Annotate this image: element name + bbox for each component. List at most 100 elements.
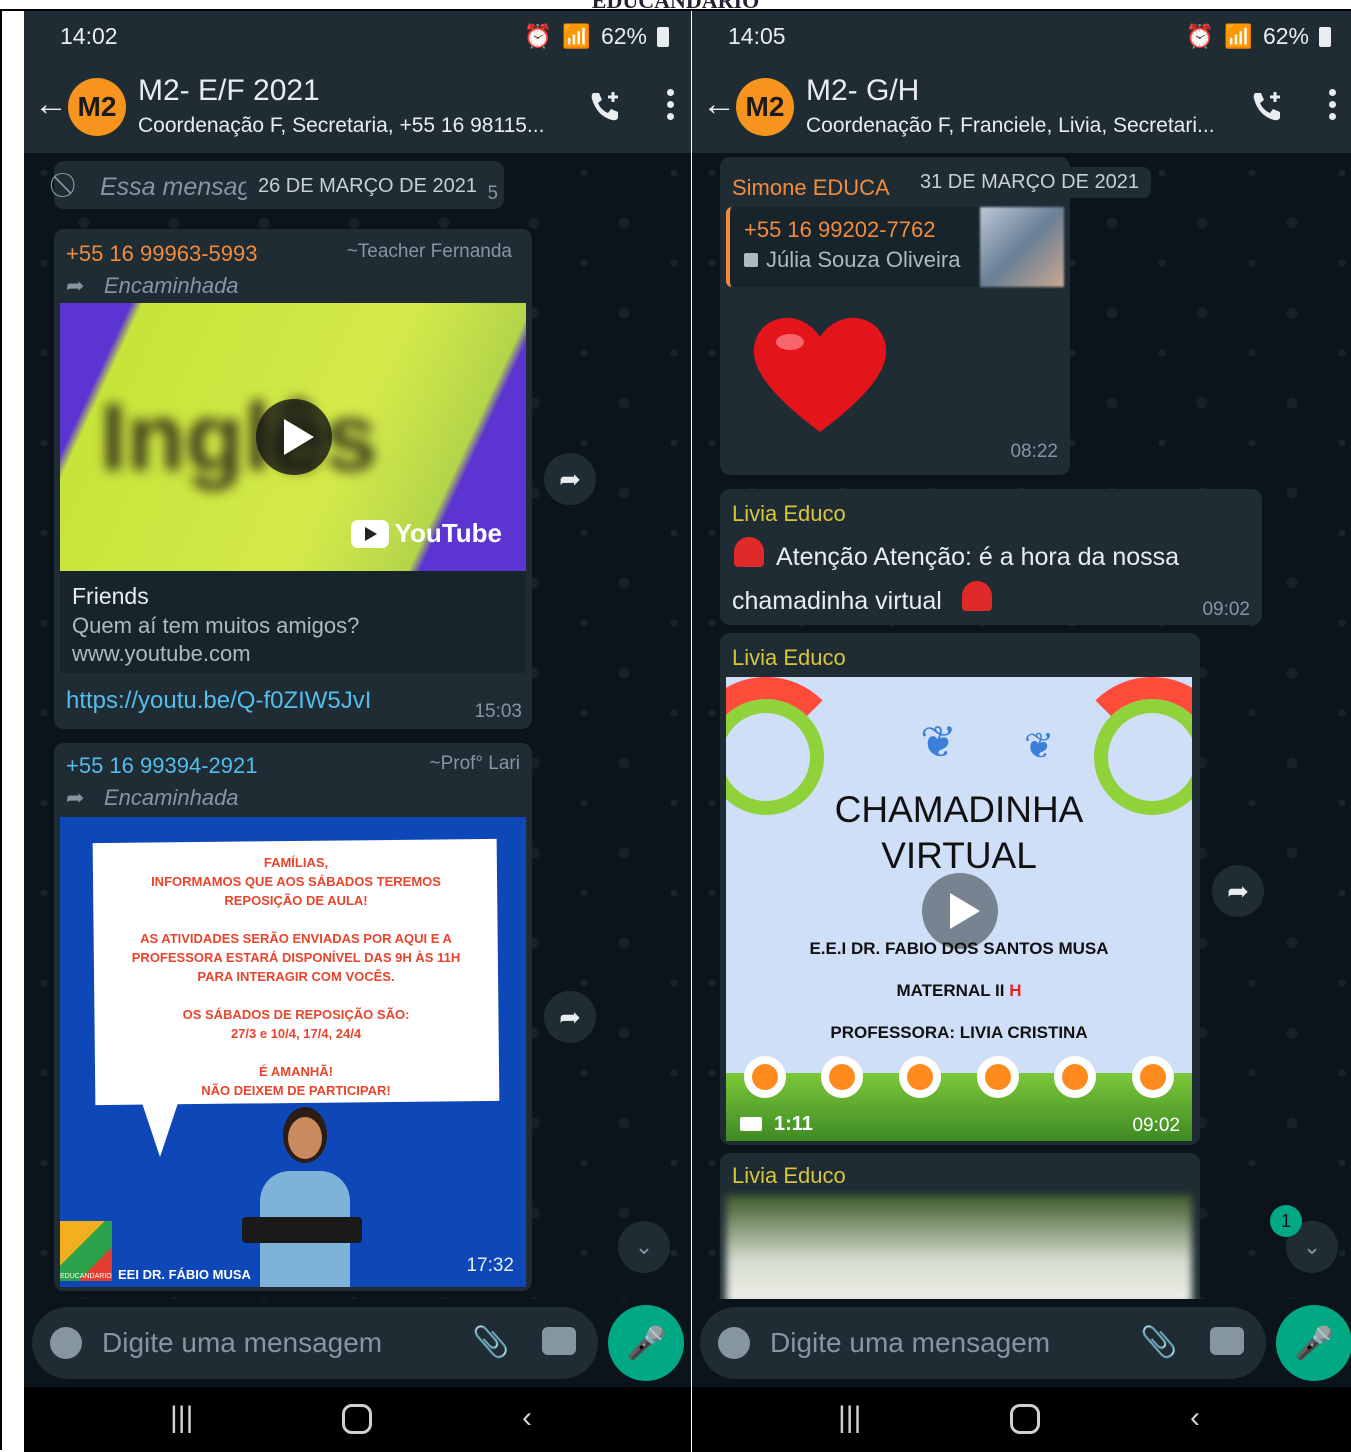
- link-preview[interactable]: Friends Quem aí tem muitos amigos? www.y…: [60, 571, 526, 673]
- forward-button[interactable]: ➦: [544, 453, 596, 505]
- quote-thumbnail: [980, 207, 1064, 287]
- preview-site: www.youtube.com: [72, 641, 251, 666]
- date-pill: 31 DE MARÇO DE 2021: [908, 167, 1151, 198]
- chat-area[interactable]: ⃠ Essa mensag 1:25 26 DE MARÇO DE 2021 +…: [24, 153, 691, 1299]
- video-thumbnail[interactable]: Inglês YouTube: [60, 303, 526, 571]
- input-placeholder[interactable]: Digite uma mensagem: [770, 1327, 1050, 1359]
- mic-button[interactable]: 🎤: [1276, 1305, 1351, 1381]
- message-bubble[interactable]: Simone EDUCA +55 16 99202-7762 Júlia Sou…: [720, 157, 1070, 475]
- teacher-name: PROFESSORA: LIVIA CRISTINA: [830, 1023, 1088, 1042]
- message-time: 15:03: [474, 701, 522, 722]
- sender-name[interactable]: Livia Educo: [732, 501, 846, 527]
- back-nav-icon[interactable]: ‹: [522, 1401, 532, 1435]
- play-button[interactable]: [922, 873, 998, 949]
- status-bar: 14:05 ⏰ 📶 62%: [692, 11, 1351, 61]
- message-time: 08:22: [1010, 441, 1058, 462]
- forwarded-label: Encaminhada: [104, 273, 239, 298]
- nav-bar: ||| ‹: [24, 1387, 691, 1452]
- sender-name[interactable]: Livia Educo: [732, 1163, 846, 1189]
- message-input[interactable]: Digite uma mensagem 📎: [700, 1307, 1266, 1379]
- forward-button[interactable]: ➦: [544, 991, 596, 1043]
- speech-tail: [140, 1097, 180, 1157]
- group-title[interactable]: M2- E/F 2021: [138, 74, 320, 108]
- quote-text: Júlia Souza Oliveira: [766, 247, 961, 272]
- status-time: 14:02: [60, 23, 118, 49]
- poster-image[interactable]: FAMÍLIAS, INFORMAMOS QUE AOS SÁBADOS TERE…: [60, 817, 526, 1287]
- video-thumbnail[interactable]: ❦ ❦ CHAMADINHA VIRTUAL E.E.I DR. FABIO D…: [726, 677, 1192, 1141]
- recent-apps-icon[interactable]: |||: [838, 1401, 861, 1435]
- message-bubble[interactable]: Livia Educo: [720, 1153, 1200, 1299]
- message-bubble[interactable]: +55 16 99394-2921 ~Prof° Lari ➦ Encaminh…: [54, 743, 532, 1291]
- poster-line: OS SÁBADOS DE REPOSIÇÃO SÃO:: [182, 1007, 410, 1022]
- more-options-icon[interactable]: [667, 89, 677, 125]
- sender-name[interactable]: Simone EDUCA: [732, 175, 890, 201]
- chat-header[interactable]: ← M2 M2- G/H Coordenação F, Franciele, L…: [692, 61, 1351, 153]
- back-arrow-icon[interactable]: ←: [702, 85, 736, 124]
- poster-line: NÃO DEIXEM DE PARTICIPAR!: [201, 1083, 391, 1098]
- battery-icon: [657, 26, 669, 47]
- mic-button[interactable]: 🎤: [608, 1305, 684, 1381]
- preview-description: Quem aí tem muitos amigos?: [72, 613, 360, 638]
- play-icon: [284, 419, 314, 455]
- scroll-down-button[interactable]: ⌄: [618, 1221, 670, 1273]
- group-avatar[interactable]: M2: [68, 78, 126, 136]
- message-input[interactable]: Digite uma mensagem 📎: [32, 1307, 598, 1379]
- alarm-icon: ⏰: [523, 23, 553, 49]
- message-bubble[interactable]: Livia Educo ❦ ❦ CHAMADINHA VIRTUAL E.E.I…: [720, 633, 1200, 1145]
- input-placeholder[interactable]: Digite uma mensagem: [102, 1327, 382, 1359]
- attach-icon[interactable]: 📎: [1140, 1325, 1177, 1360]
- school-name: E.E.I DR. FABIO DOS SANTOS MUSA: [809, 939, 1109, 958]
- back-nav-icon[interactable]: ‹: [1190, 1401, 1200, 1435]
- nav-bar: ||| ‹: [692, 1387, 1351, 1452]
- poster-line: FAMÍLIAS,: [263, 855, 329, 870]
- phone-right: 14:05 ⏰ 📶 62% ← M2 M2- G/H Coordenação F…: [692, 11, 1351, 1452]
- forwarded-label: Encaminhada: [104, 785, 239, 810]
- emoji-icon[interactable]: [50, 1327, 82, 1359]
- poster-text: FAMÍLIAS, INFORMAMOS QUE AOS SÁBADOS TERE…: [94, 853, 498, 1100]
- play-button[interactable]: [256, 399, 332, 475]
- date-pill: 26 DE MARÇO DE 2021: [246, 171, 489, 202]
- poster-line: É AMANHÃ!: [259, 1064, 333, 1079]
- quoted-message[interactable]: +55 16 99202-7762 Júlia Souza Oliveira: [726, 207, 1064, 287]
- forward-arrow-icon: ➦: [66, 273, 85, 298]
- heart-emoji: [753, 317, 887, 432]
- school-logo: [60, 1221, 112, 1281]
- more-options-icon[interactable]: [1329, 89, 1339, 125]
- forward-button[interactable]: ➦: [1212, 865, 1264, 917]
- camera-icon[interactable]: [1210, 1327, 1244, 1355]
- watermark-band: EDUCANDARIO: [0, 0, 1351, 9]
- watermark-text: EDUCANDARIO: [592, 0, 759, 9]
- chat-area[interactable]: Simone EDUCA +55 16 99202-7762 Júlia Sou…: [692, 153, 1351, 1299]
- siren-icon: [962, 581, 992, 611]
- add-call-icon[interactable]: [1249, 89, 1285, 125]
- youtube-link[interactable]: https://youtu.be/Q-f0ZIW5JvI: [66, 687, 371, 715]
- attach-icon[interactable]: 📎: [472, 1325, 509, 1360]
- class-line: MATERNAL II H: [726, 981, 1192, 1001]
- sender-name[interactable]: Livia Educo: [732, 645, 846, 671]
- back-arrow-icon[interactable]: ←: [34, 85, 68, 124]
- poster-line: REPOSIÇÃO DE AULA!: [224, 893, 368, 908]
- message-time: 17:32: [466, 1255, 514, 1276]
- message-time: 09:02: [1202, 599, 1250, 620]
- blurred-image[interactable]: [726, 1195, 1192, 1299]
- video-title-2: VIRTUAL: [881, 835, 1037, 876]
- group-title[interactable]: M2- G/H: [806, 74, 919, 108]
- recent-apps-icon[interactable]: |||: [170, 1401, 193, 1435]
- home-icon[interactable]: [1010, 1404, 1040, 1434]
- youtube-play-icon: [350, 519, 389, 548]
- add-call-icon[interactable]: [587, 89, 623, 125]
- sender-phone[interactable]: +55 16 99963-5993: [66, 241, 257, 267]
- group-avatar[interactable]: M2: [736, 78, 794, 136]
- siren-icon: [734, 537, 764, 567]
- status-bar: 14:02 ⏰ 📶 62%: [24, 11, 691, 61]
- emoji-icon[interactable]: [718, 1327, 750, 1359]
- forward-arrow-icon: ➦: [66, 785, 85, 810]
- sender-phone[interactable]: +55 16 99394-2921: [66, 753, 257, 779]
- message-bubble[interactable]: +55 16 99963-5993 ~Teacher Fernanda ➦ En…: [54, 229, 532, 729]
- chat-header[interactable]: ← M2 M2- E/F 2021 Coordenação F, Secreta…: [24, 61, 691, 153]
- class-name: MATERNAL II: [896, 981, 1005, 1000]
- video-duration: 1:11: [774, 1113, 813, 1135]
- message-bubble[interactable]: Livia Educo Atenção Atenção: é a hora da…: [720, 489, 1262, 625]
- home-icon[interactable]: [342, 1404, 372, 1434]
- camera-icon[interactable]: [542, 1327, 576, 1355]
